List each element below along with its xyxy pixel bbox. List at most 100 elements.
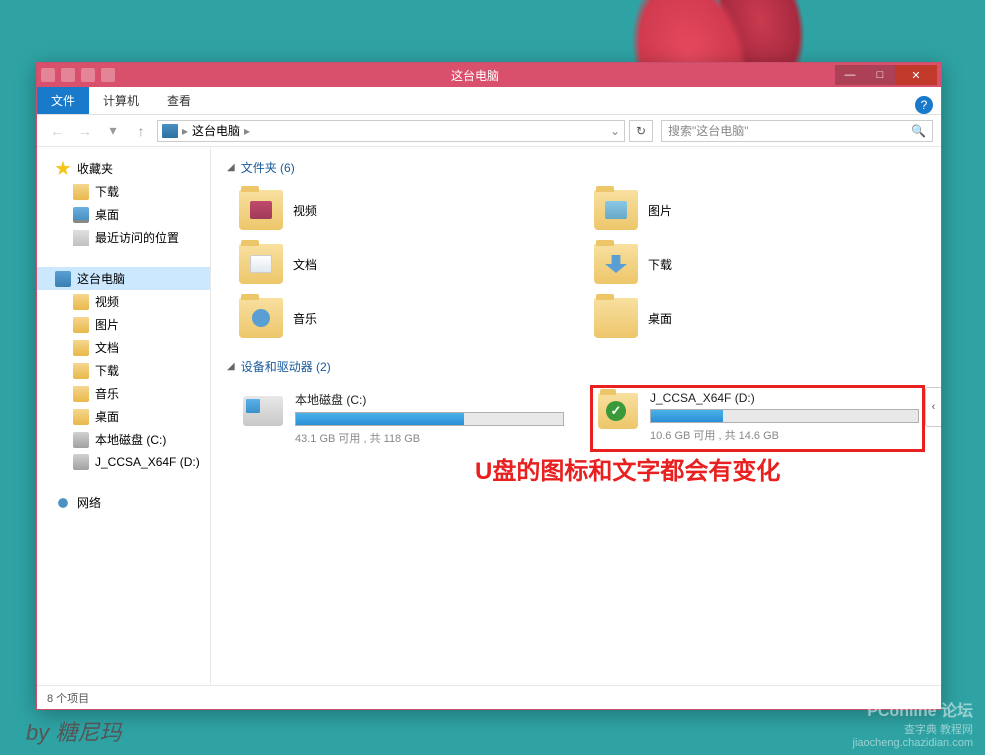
sidebar-item-label: 桌面 — [95, 408, 119, 425]
section-folders-label: 文件夹 (6) — [241, 159, 295, 176]
folder-icon — [73, 317, 89, 333]
folder-label: 视频 — [293, 202, 317, 219]
sidebar-item[interactable]: 音乐 — [37, 382, 210, 405]
search-icon[interactable]: 🔍 — [911, 124, 926, 138]
sidebar-item-label: 下载 — [95, 183, 119, 200]
drive-icon — [596, 391, 640, 431]
sidebar-item[interactable]: 文档 — [37, 336, 210, 359]
folder-item[interactable]: 图片 — [590, 186, 925, 234]
titlebar[interactable]: 这台电脑 — □ ✕ — [37, 63, 941, 87]
folder-icon — [594, 244, 638, 284]
folder-icon — [73, 207, 89, 223]
folder-item[interactable]: 音乐 — [235, 294, 570, 342]
breadcrumb-separator[interactable]: ▸ — [244, 124, 250, 138]
drive-item[interactable]: J_CCSA_X64F (D:) 10.6 GB 可用 , 共 14.6 GB — [590, 385, 925, 452]
folder-icon — [73, 454, 89, 470]
sidebar-item[interactable]: J_CCSA_X64F (D:) — [37, 451, 210, 473]
sidebar-item[interactable]: 视频 — [37, 290, 210, 313]
sidebar-item-label: 桌面 — [95, 206, 119, 223]
nav-history-dropdown[interactable]: ▾ — [101, 119, 125, 143]
drive-icon — [241, 391, 285, 431]
refresh-button[interactable]: ↻ — [629, 120, 653, 142]
sidebar-item[interactable]: 图片 — [37, 313, 210, 336]
sidebar-item[interactable]: 本地磁盘 (C:) — [37, 428, 210, 451]
sidebar-item-label: J_CCSA_X64F (D:) — [95, 455, 200, 469]
watermark-line-1: PConline 论坛 — [853, 697, 973, 721]
folder-item[interactable]: 文档 — [235, 240, 570, 288]
folder-icon — [239, 190, 283, 230]
folder-item[interactable]: 下载 — [590, 240, 925, 288]
sidebar-network-label: 网络 — [77, 494, 101, 511]
sidebar-group-network: 网络 — [37, 491, 210, 514]
sidebar-item[interactable]: 下载 — [37, 359, 210, 382]
navigation-bar: ← → ▾ ↑ ▸ 这台电脑 ▸ ⌄ ↻ 搜索"这台电脑" 🔍 — [37, 115, 941, 147]
search-box[interactable]: 搜索"这台电脑" 🔍 — [661, 120, 933, 142]
search-placeholder: 搜索"这台电脑" — [668, 122, 749, 139]
address-bar[interactable]: ▸ 这台电脑 ▸ ⌄ — [157, 120, 625, 142]
pc-icon — [55, 271, 71, 287]
folder-icon — [239, 298, 283, 338]
folder-item[interactable]: 桌面 — [590, 294, 925, 342]
qat-dropdown-icon[interactable] — [101, 68, 115, 82]
ribbon-tab-file[interactable]: 文件 — [37, 87, 89, 114]
sidebar-item[interactable]: 最近访问的位置 — [37, 226, 210, 249]
drive-capacity-bar — [650, 409, 919, 423]
nav-back-button[interactable]: ← — [45, 119, 69, 143]
qat-icon-1[interactable] — [61, 68, 75, 82]
sidebar-favorites-header[interactable]: 收藏夹 — [37, 157, 210, 180]
sidebar-item-label: 音乐 — [95, 385, 119, 402]
nav-forward-button[interactable]: → — [73, 119, 97, 143]
folder-grid: 视频 图片文档 下载音乐 桌面 — [235, 186, 925, 342]
status-bar: 8 个项目 — [37, 685, 941, 709]
titlebar-quick-icons — [41, 68, 115, 82]
drive-status: 10.6 GB 可用 , 共 14.6 GB — [650, 427, 919, 443]
nav-up-button[interactable]: ↑ — [129, 119, 153, 143]
maximize-button[interactable]: □ — [865, 65, 895, 85]
window-controls: — □ ✕ — [835, 65, 937, 85]
breadcrumb-separator[interactable]: ▸ — [182, 124, 188, 138]
explorer-window: 这台电脑 — □ ✕ 文件 计算机 查看 ? ← → ▾ ↑ ▸ 这台电脑 ▸ … — [36, 62, 942, 710]
folder-label: 桌面 — [648, 310, 672, 327]
section-drives-label: 设备和驱动器 (2) — [241, 358, 331, 375]
navigation-sidebar: 收藏夹 下载桌面最近访问的位置 这台电脑 视频图片文档下载音乐桌面本地磁盘 (C… — [37, 147, 211, 685]
sidebar-item-label: 图片 — [95, 316, 119, 333]
sidebar-thispc-header[interactable]: 这台电脑 — [37, 267, 210, 290]
collapse-caret-icon: ◢ — [227, 162, 235, 173]
ribbon-tab-view[interactable]: 查看 — [153, 87, 205, 114]
folder-icon — [73, 340, 89, 356]
drive-info: J_CCSA_X64F (D:) 10.6 GB 可用 , 共 14.6 GB — [650, 391, 919, 446]
annotation-text: U盘的图标和文字都会有变化 — [475, 451, 780, 486]
folder-icon — [73, 230, 89, 246]
system-menu-icon[interactable] — [41, 68, 55, 82]
qat-icon-2[interactable] — [81, 68, 95, 82]
drive-item[interactable]: 本地磁盘 (C:) 43.1 GB 可用 , 共 118 GB — [235, 385, 570, 452]
address-dropdown-icon[interactable]: ⌄ — [610, 124, 620, 138]
minimize-button[interactable]: — — [835, 65, 865, 85]
sidebar-network-header[interactable]: 网络 — [37, 491, 210, 514]
ribbon-tabs: 文件 计算机 查看 ? — [37, 87, 941, 115]
folder-icon — [73, 184, 89, 200]
folder-icon — [594, 190, 638, 230]
sidebar-item[interactable]: 桌面 — [37, 203, 210, 226]
ribbon-tab-computer[interactable]: 计算机 — [89, 87, 153, 114]
close-button[interactable]: ✕ — [895, 65, 937, 85]
sidebar-favorites-label: 收藏夹 — [77, 160, 113, 177]
sidebar-item[interactable]: 桌面 — [37, 405, 210, 428]
section-header-drives[interactable]: ◢ 设备和驱动器 (2) — [227, 358, 925, 375]
watermark: PConline 论坛 查字典 教程网 jiaocheng.chazidian.… — [853, 697, 973, 749]
sidebar-item[interactable]: 下载 — [37, 180, 210, 203]
sidebar-thispc-label: 这台电脑 — [77, 270, 125, 287]
folder-icon — [239, 244, 283, 284]
breadcrumb-text[interactable]: 这台电脑 — [192, 122, 240, 139]
drive-name: 本地磁盘 (C:) — [295, 391, 564, 408]
sidebar-item-label: 本地磁盘 (C:) — [95, 431, 166, 448]
drive-info: 本地磁盘 (C:) 43.1 GB 可用 , 共 118 GB — [295, 391, 564, 446]
folder-label: 文档 — [293, 256, 317, 273]
sidebar-group-thispc: 这台电脑 视频图片文档下载音乐桌面本地磁盘 (C:) J_CCSA_X64F (D… — [37, 267, 210, 473]
watermark-line-2: 查字典 教程网 — [853, 721, 973, 737]
preview-pane-toggle[interactable]: ‹ — [925, 387, 941, 427]
section-header-folders[interactable]: ◢ 文件夹 (6) — [227, 159, 925, 176]
help-icon[interactable]: ? — [915, 96, 933, 114]
folder-item[interactable]: 视频 — [235, 186, 570, 234]
folder-icon — [73, 432, 89, 448]
